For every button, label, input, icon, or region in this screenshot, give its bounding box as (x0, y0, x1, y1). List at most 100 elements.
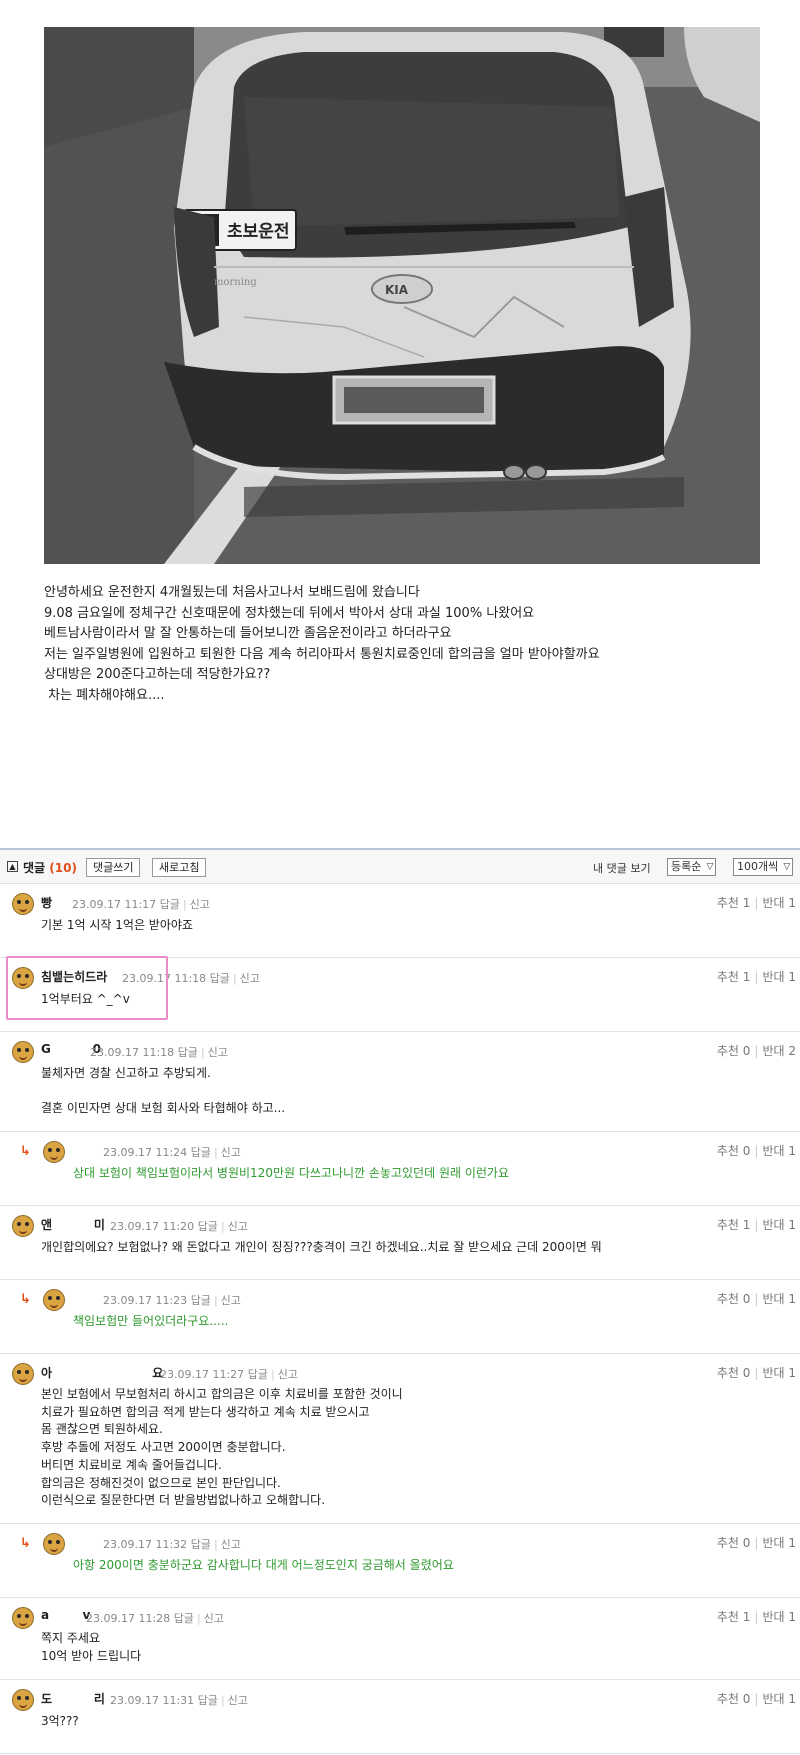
car-rear-illustration: 초보운전 morning KIA (44, 27, 760, 564)
my-comments-link[interactable]: 내 댓글 보기 (593, 860, 651, 876)
car-damage-photo: 초보운전 morning KIA (44, 27, 760, 564)
report-link[interactable]: 신고 (221, 1538, 241, 1551)
post-line: 저는 일주일병원에 입원하고 퇴원한 다음 계속 허리아파서 통원치료중인데 합… (44, 646, 600, 662)
vote-counts: 추천 0 | 반대 1 (716, 1536, 796, 1550)
comment-text: 쪽지 주세요 10억 받아 드립니다 (41, 1631, 142, 1663)
avatar-icon (12, 893, 34, 915)
downvote-button[interactable]: 반대 1 (762, 1218, 796, 1232)
avatar-icon (12, 1363, 34, 1385)
comment-item: G 0 23.09.17 11:18 답글 | 신고 추천 0 | 반대 2 불체자면 … (0, 1032, 800, 1132)
vote-counts: 추천 1 | 반대 1 (716, 1218, 796, 1232)
downvote-button[interactable]: 반대 1 (762, 1692, 796, 1706)
avatar-icon (12, 1215, 34, 1237)
upvote-button[interactable]: 추천 0 (717, 1692, 751, 1706)
comment-title: 댓글 (10) (23, 861, 77, 875)
chevron-down-icon: ▽ (706, 862, 714, 872)
avatar-icon (43, 1141, 65, 1163)
downvote-button[interactable]: 반대 1 (762, 1366, 796, 1380)
reply-link[interactable]: 답글 (210, 972, 230, 985)
comment-meta: 23.09.17 11:20 답글 | 신고 (110, 1220, 248, 1233)
write-comment-button[interactable]: 댓글쓰기 (86, 858, 141, 877)
comment-text: 3억??? (41, 1714, 79, 1728)
reply-arrow-icon: ↳ (20, 1292, 31, 1307)
vote-counts: 추천 0 | 반대 1 (716, 1292, 796, 1306)
downvote-button[interactable]: 반대 1 (762, 970, 796, 984)
reply-item: ↳ 23.09.17 11:23 답글 | 신고 추천 0 | 반대 1 책임보험만 들… (0, 1280, 800, 1354)
comment-meta: 23.09.17 11:24 답글 | 신고 (103, 1146, 241, 1159)
avatar-icon (43, 1289, 65, 1311)
reply-link[interactable]: 답글 (198, 1220, 218, 1233)
comment-nick[interactable]: 앤 미 (41, 1216, 105, 1233)
highlight-annotation (6, 956, 168, 1020)
post-line: 9.08 금요일에 정체구간 신호때문에 정차했는데 뒤에서 박아서 상대 과실… (44, 605, 535, 621)
comment-item: a v 23.09.17 11:28 답글 | 신고 추천 1 | 반대 1 쪽지 주세… (0, 1598, 800, 1680)
post-line: 베트남사람이라서 말 잘 안통하는데 들어보니깐 졸음운전이라고 하더라구요 (44, 626, 452, 641)
refresh-button[interactable]: 새로고침 (152, 858, 207, 877)
collapse-toggle-icon[interactable]: ▲ (7, 861, 18, 872)
reply-link[interactable]: 답글 (191, 1146, 211, 1159)
comment-nick[interactable]: a v (41, 1608, 90, 1622)
comment-nick[interactable]: 아 요 (41, 1364, 163, 1381)
post-body: 안녕하세요 운전한지 4개월됬는데 처음사고나서 보배드림에 왔습니다 9.08… (44, 583, 764, 706)
upvote-button[interactable]: 추천 1 (717, 896, 751, 910)
reply-item: ↳ 23.09.17 11:24 답글 | 신고 추천 0 | 반대 1 상대 보험이 … (0, 1132, 800, 1206)
upvote-button[interactable]: 추천 0 (717, 1366, 751, 1380)
upvote-button[interactable]: 추천 0 (717, 1044, 751, 1058)
kia-badge: KIA (385, 283, 409, 297)
comment-item: 도 리 23.09.17 11:31 답글 | 신고 추천 0 | 반대 1 3억??? (0, 1680, 800, 1754)
avatar-icon (43, 1533, 65, 1555)
comment-meta: 23.09.17 11:27 답글 | 신고 (160, 1368, 298, 1381)
upvote-button[interactable]: 추천 1 (717, 1610, 751, 1624)
report-link[interactable]: 신고 (228, 1220, 248, 1233)
vote-counts: 추천 0 | 반대 1 (716, 1366, 796, 1380)
upvote-button[interactable]: 추천 1 (717, 970, 751, 984)
vote-counts: 추천 0 | 반대 1 (716, 1692, 796, 1706)
downvote-button[interactable]: 반대 2 (762, 1044, 796, 1058)
avatar-icon (12, 1607, 34, 1629)
upvote-button[interactable]: 추천 0 (717, 1292, 751, 1306)
reply-link[interactable]: 답글 (198, 1694, 218, 1707)
comment-text: 본인 보험에서 무보험처리 하시고 합의금은 이후 치료비를 포함한 것이니 치… (41, 1387, 403, 1508)
report-link[interactable]: 신고 (240, 972, 260, 985)
avatar-icon (12, 1689, 34, 1711)
vote-counts: 추천 1 | 반대 1 (716, 896, 796, 910)
downvote-button[interactable]: 반대 1 (762, 896, 796, 910)
comment-text: 기본 1억 시작 1억은 받아야죠 (41, 918, 193, 932)
comment-nick[interactable]: 빵 (41, 894, 52, 911)
report-link[interactable]: 신고 (190, 898, 210, 911)
report-link[interactable]: 신고 (278, 1368, 298, 1381)
upvote-button[interactable]: 추천 1 (717, 1218, 751, 1232)
reply-text: 책임보험만 들어있더라구요..... (73, 1314, 229, 1328)
post-line: 안녕하세요 운전한지 4개월됬는데 처음사고나서 보배드림에 왔습니다 (44, 585, 420, 600)
report-link[interactable]: 신고 (228, 1694, 248, 1707)
reply-link[interactable]: 답글 (191, 1538, 211, 1551)
sort-select[interactable]: 등록순 ▽ (667, 858, 717, 876)
downvote-button[interactable]: 반대 1 (762, 1292, 796, 1306)
reply-link[interactable]: 답글 (191, 1294, 211, 1307)
model-emblem: morning (214, 277, 257, 288)
reply-link[interactable]: 답글 (178, 1046, 198, 1059)
report-link[interactable]: 신고 (204, 1612, 224, 1625)
per-page-select[interactable]: 100개씩 ▽ (733, 858, 794, 876)
avatar-icon (12, 1041, 34, 1063)
upvote-button[interactable]: 추천 0 (717, 1536, 751, 1550)
comment-meta: 23.09.17 11:32 답글 | 신고 (103, 1538, 241, 1551)
comment-item: 앤 미 23.09.17 11:20 답글 | 신고 추천 1 | 반대 1 개인합의에… (0, 1206, 800, 1280)
report-link[interactable]: 신고 (208, 1046, 228, 1059)
beginner-driver-sticker: 초보운전 (227, 222, 290, 242)
upvote-button[interactable]: 추천 0 (717, 1144, 751, 1158)
reply-link[interactable]: 답글 (248, 1368, 268, 1381)
report-link[interactable]: 신고 (221, 1294, 241, 1307)
vote-counts: 추천 0 | 반대 2 (716, 1044, 796, 1058)
reply-link[interactable]: 답글 (160, 898, 180, 911)
downvote-button[interactable]: 반대 1 (762, 1536, 796, 1550)
downvote-button[interactable]: 반대 1 (762, 1144, 796, 1158)
downvote-button[interactable]: 반대 1 (762, 1610, 796, 1624)
comment-nick[interactable]: 도 리 (41, 1690, 105, 1707)
report-link[interactable]: 신고 (221, 1146, 241, 1159)
post-line: 차는 폐차해야해요.... (44, 687, 165, 703)
reply-link[interactable]: 답글 (174, 1612, 194, 1625)
comment-text: 불체자면 경찰 신고하고 추방되게. 결혼 이민자면 상대 보험 회사와 타협해… (41, 1066, 286, 1116)
reply-text: 상대 보험이 책임보험이라서 병원비120만원 다쓰고나니깐 손놓고있던데 원래… (73, 1166, 510, 1180)
comment-meta: 23.09.17 11:23 답글 | 신고 (103, 1294, 241, 1307)
